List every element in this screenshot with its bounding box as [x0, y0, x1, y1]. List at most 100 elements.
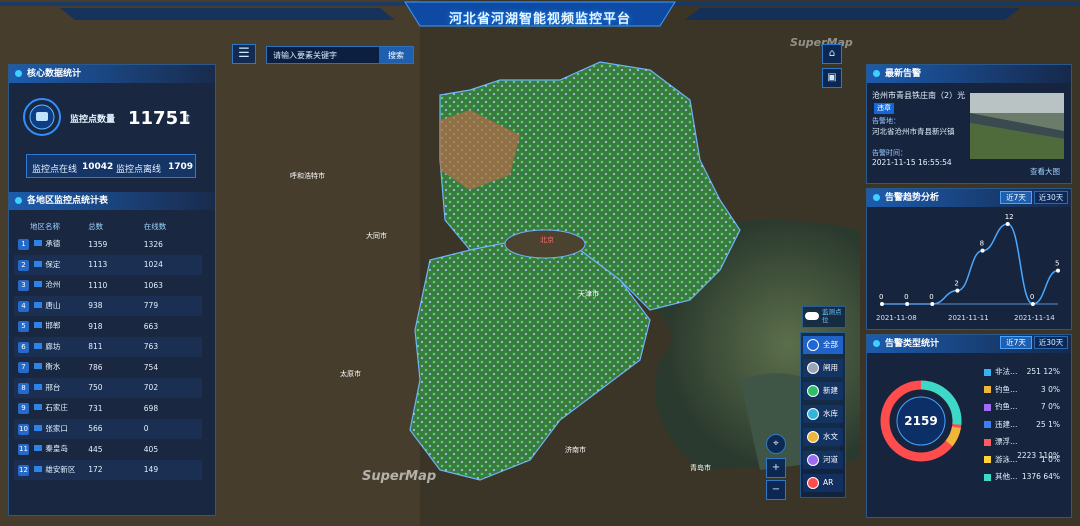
table-row[interactable]: 6 廊坊 811 763	[14, 336, 202, 357]
trend-point[interactable]	[1030, 302, 1035, 306]
region-online: 663	[143, 321, 159, 331]
zoom-in-icon[interactable]: +	[766, 458, 786, 478]
layer-item[interactable]: 水文	[803, 428, 843, 446]
type-label: 漂浮…	[995, 437, 1018, 446]
type-pct: 0%	[1048, 384, 1060, 394]
search-input[interactable]	[267, 47, 379, 63]
trend-point[interactable]	[905, 302, 910, 306]
table-row[interactable]: 5 邯郸 918 663	[14, 316, 202, 337]
region-rows: 1 承德 1359 1326 2 保定 1113 1024 3 沧州 1110 1063 4 唐山…	[14, 234, 202, 480]
trend-point[interactable]	[930, 302, 935, 306]
layer-label: 水库	[823, 409, 838, 418]
table-row[interactable]: 1 承德 1359 1326	[14, 234, 202, 255]
col-header-region: 地区名称	[30, 221, 60, 231]
region-name: 邢台	[45, 382, 61, 392]
offline-label: 监控点离线	[116, 165, 162, 175]
type-tab-7days[interactable]: 近7天	[1000, 336, 1032, 349]
trend-x-tick: 2021-11-14	[1014, 314, 1055, 322]
region-name: 衡水	[45, 362, 61, 372]
type-color-swatch	[984, 421, 991, 428]
region-name: 石家庄	[45, 403, 68, 413]
trend-tab-7days[interactable]: 近7天	[1000, 191, 1032, 204]
layer-item[interactable]: 全部	[803, 336, 843, 354]
region-total: 1359	[88, 239, 108, 249]
core-stats-title: 核心数据统计	[9, 65, 215, 83]
table-row[interactable]: 4 唐山 938 779	[14, 295, 202, 316]
layer-item[interactable]: 水库	[803, 405, 843, 423]
alert-address-label: 告警地：	[872, 117, 900, 125]
table-row[interactable]: 11 秦皇岛 445 405	[14, 439, 202, 460]
region-online: 754	[143, 362, 159, 372]
layer-item[interactable]: AR	[803, 474, 843, 492]
region-online: 702	[135, 377, 202, 398]
region-total: 445	[88, 444, 103, 454]
table-row[interactable]: 9 石家庄 731 698	[14, 398, 202, 419]
region-table: 地区名称 总数 在线数 1 承德 1359 1326 2 保定 1113 1024 3 沧州…	[14, 218, 202, 480]
trend-tab-30days[interactable]: 近30天	[1034, 191, 1068, 204]
rank-badge: 4	[18, 300, 29, 312]
trend-point[interactable]	[880, 302, 884, 306]
alert-snapshot-image[interactable]	[970, 93, 1064, 159]
layer-icon	[807, 385, 819, 397]
col-header-online: 在线数	[143, 221, 167, 231]
layer-label: 全部	[823, 340, 838, 349]
trend-point[interactable]	[1056, 268, 1060, 273]
rank-badge: 9	[18, 403, 29, 415]
trend-point[interactable]	[980, 248, 985, 253]
view-large-link[interactable]: 查看大图	[1030, 166, 1060, 177]
layer-item[interactable]: 河道	[803, 451, 843, 469]
type-value: 3	[1040, 384, 1046, 394]
region-map-icon	[34, 404, 43, 411]
alert-type-row: 其他… 1376 64%	[984, 470, 1060, 484]
rank-badge: 2	[18, 259, 29, 271]
layer-item[interactable]: 新建	[803, 382, 843, 400]
zoom-out-icon[interactable]: −	[766, 480, 786, 500]
region-name: 张家口	[45, 423, 68, 433]
region-name: 唐山	[45, 300, 61, 310]
type-color-swatch	[984, 403, 991, 411]
alert-type-row: 违建… 25 1%	[984, 418, 1060, 432]
home-icon[interactable]: ⌂	[822, 44, 842, 64]
type-label: 非法…	[995, 367, 1018, 376]
table-row[interactable]: 2 保定 1113 1024	[14, 254, 202, 275]
region-map-icon	[34, 342, 43, 349]
layer-toggle-switch[interactable]	[805, 312, 819, 320]
rank-badge: 6	[18, 341, 29, 353]
type-label: 游泳…	[995, 454, 1018, 464]
online-value: 10042	[82, 162, 114, 172]
layer-label: AR	[823, 478, 834, 487]
table-row[interactable]: 3 沧州 1110 1063	[14, 275, 202, 296]
region-table-title: 各地区监控点统计表	[9, 192, 215, 210]
menu-icon[interactable]: ☰	[232, 44, 256, 64]
rank-badge: 10	[18, 423, 29, 435]
alert-time: 2021-11-15 16:55:54	[872, 158, 952, 167]
search-button[interactable]: 搜索	[379, 47, 413, 63]
table-row[interactable]: 12 雄安新区 172 149	[14, 459, 202, 480]
trend-point[interactable]	[955, 288, 960, 293]
type-tab-30days[interactable]: 近30天	[1034, 336, 1068, 349]
alert-address: 河北省沧州市青县新兴镇	[872, 127, 955, 136]
layer-item[interactable]: 闸用	[803, 359, 843, 377]
cube-icon[interactable]: ▣	[822, 68, 842, 88]
alert-type-row: 钓鱼… 7 0%	[984, 400, 1060, 414]
table-row[interactable]: 7 衡水 786 754	[14, 357, 202, 378]
locate-icon[interactable]: ⌖	[766, 434, 786, 454]
layer-icon	[807, 431, 819, 443]
region-map-icon	[34, 301, 43, 308]
region-map-icon	[34, 383, 43, 390]
type-pct: 0%	[1048, 454, 1060, 464]
type-value: 1	[1040, 454, 1046, 464]
region-online: 1063	[143, 280, 163, 290]
region-online: 149	[135, 459, 202, 480]
trend-x-tick: 2021-11-08	[876, 314, 917, 322]
map-label-taiyuan: 太原市	[340, 369, 361, 378]
trend-series-line	[881, 223, 1059, 305]
table-row[interactable]: 8 邢台 750 702	[14, 377, 202, 398]
app-root: 北京 天津市 太原市 济南市 呼和浩特市 大同市 青岛市 SuperMap Su…	[0, 0, 1080, 526]
table-row[interactable]: 10 张家口 566 0	[14, 418, 202, 439]
trend-point[interactable]	[1005, 222, 1010, 226]
region-total: 1113	[80, 254, 136, 275]
region-total: 731	[88, 403, 103, 413]
latest-alert-title: 最新告警	[867, 65, 1071, 83]
type-pct: 64%	[1043, 472, 1060, 481]
